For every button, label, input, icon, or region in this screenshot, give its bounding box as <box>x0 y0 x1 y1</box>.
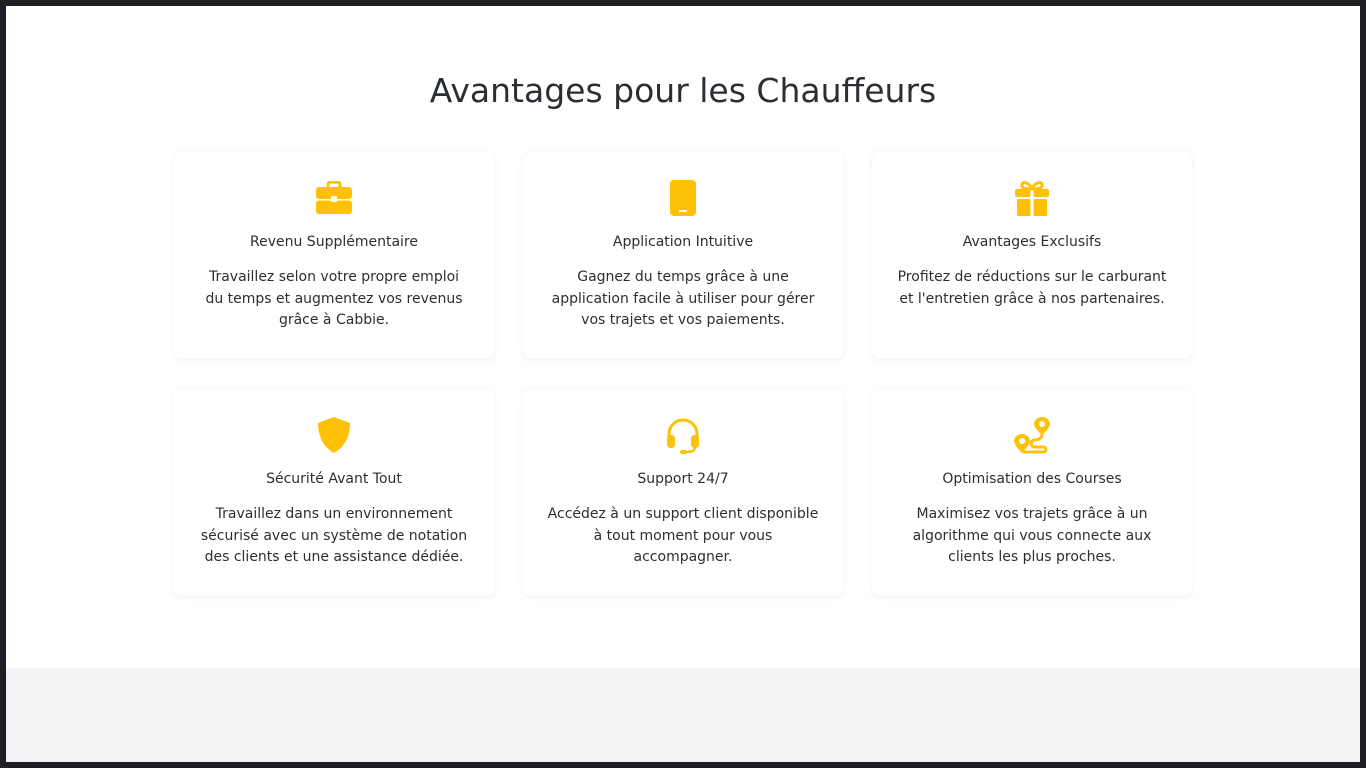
benefit-title: Revenu Supplémentaire <box>250 234 418 250</box>
next-section-band <box>6 668 1360 762</box>
tablet-icon <box>663 178 703 218</box>
benefit-description: Maximisez vos trajets grâce à un algorit… <box>912 506 1152 565</box>
benefit-title: Support 24/7 <box>637 471 729 487</box>
benefit-title: Sécurité Avant Tout <box>266 471 402 487</box>
benefit-card-safety-first: Sécurité Avant Tout Travaillez dans un e… <box>174 389 494 596</box>
benefit-card-ride-optimization: Optimisation des Courses Maximisez vos t… <box>872 389 1192 596</box>
benefit-description: Accédez à un support client disponible à… <box>547 506 819 565</box>
route-icon <box>1012 415 1052 455</box>
benefit-description: Travaillez dans un environnement sécuris… <box>200 506 468 565</box>
benefit-card-intuitive-app: Application Intuitive Gagnez du temps gr… <box>523 152 843 359</box>
briefcase-icon <box>314 178 354 218</box>
headset-icon <box>663 415 703 455</box>
benefit-card-support: Support 24/7 Accédez à un support client… <box>523 389 843 596</box>
benefit-card-extra-income: Revenu Supplémentaire Travaillez selon v… <box>174 152 494 359</box>
benefit-title: Avantages Exclusifs <box>962 234 1102 250</box>
benefit-title: Application Intuitive <box>612 234 754 250</box>
benefit-description: Gagnez du temps grâce à une application … <box>551 269 815 328</box>
shield-icon <box>314 415 354 455</box>
driver-benefits-section: Avantages pour les Chauffeurs Revenu Sup… <box>6 6 1360 668</box>
benefit-description: Travaillez selon votre propre emploi du … <box>205 269 463 328</box>
gift-icon <box>1012 178 1052 218</box>
page-viewport: Avantages pour les Chauffeurs Revenu Sup… <box>6 6 1360 762</box>
benefit-card-exclusive-perks: Avantages Exclusifs Profitez de réductio… <box>872 152 1192 359</box>
section-title: Avantages pour les Chauffeurs <box>429 71 937 110</box>
benefit-description: Profitez de réductions sur le carburant … <box>897 269 1167 307</box>
benefit-title: Optimisation des Courses <box>942 471 1122 487</box>
